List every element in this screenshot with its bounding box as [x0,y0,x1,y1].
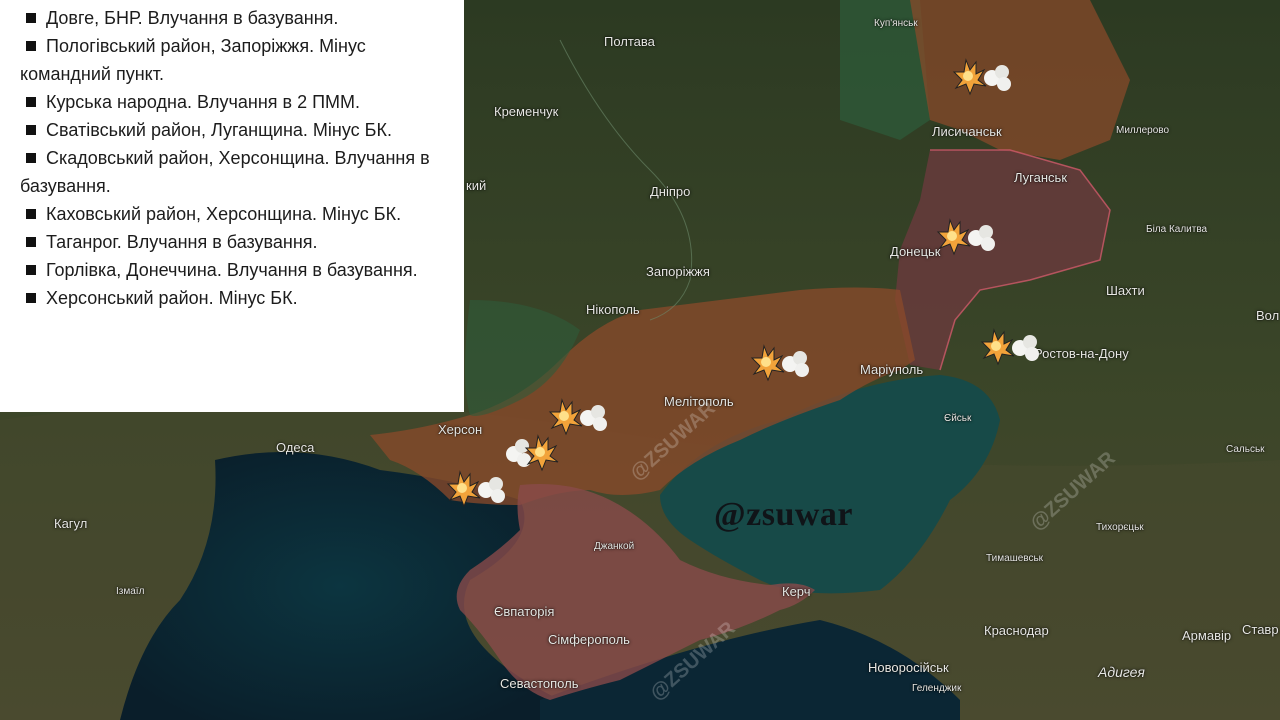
list-item-text: Курська народна. Влучання в 2 ПММ. [46,92,361,112]
city-label-kyiv-partial: кий [466,178,487,193]
city-label-odesa: Одеса [276,440,315,455]
city-label-kupiansk: Куп'янськ [874,18,918,29]
list-item-text: Довге, БНР. Влучання в базування. [46,8,339,28]
list-item-text: Херсонський район. Мінус БК. [46,288,298,308]
city-label-nikopol: Нікополь [586,302,640,317]
explosion-icon [936,218,995,256]
list-item: Довге, БНР. Влучання в базування. [20,4,464,32]
city-label-tymashevsk: Тимашевськ [986,553,1044,564]
strikes-list-panel: Довге, БНР. Влучання в базування. Пологі… [0,0,464,412]
list-item-text: Каховський район, Херсонщина. Мінус БК. [46,204,402,224]
region-label-adygea: Адигея [1098,664,1145,680]
list-item: Сватівський район, Луганщина. Мінус БК. [20,116,464,144]
explosion-icon [980,328,1039,366]
bullet-icon [26,13,36,24]
explosion-icon [952,58,1011,96]
list-item-text: Сватівський район, Луганщина. Мінус БК. [46,120,392,140]
bullet-icon [26,265,36,276]
city-label-izmail: Ізмаїл [116,586,145,597]
city-label-kherson: Херсон [438,422,483,437]
city-label-yeysk: Єйськ [944,413,972,424]
list-item-text: Горлівка, Донеччина. Влучання в базуванн… [46,260,418,280]
city-label-sevastopol: Севастополь [500,676,579,691]
bullet-icon [26,153,36,164]
list-item: Курська народна. Влучання в 2 ПММ. [20,88,464,116]
explosion-icon [506,434,559,472]
city-label-dzhankoi: Джанкой [594,541,635,552]
list-item-text: Скадовський район, Херсонщина. Влучання … [20,148,430,196]
city-label-gelendzhik: Геленджик [912,683,962,694]
city-label-rostov: Ростов-на-Дону [1034,346,1129,361]
city-label-zaporizhzhia: Запоріжжя [646,264,710,279]
city-label-tikhoretsk: Тихорєцьк [1096,522,1144,533]
bullet-icon [26,209,36,220]
city-label-simferopol: Сімферополь [548,632,630,647]
city-label-novorossiysk: Новоросійськ [868,660,949,675]
list-item-text: Таганрог. Влучання в базування. [46,232,318,252]
city-label-bila-kalytva: Біла Калитва [1146,224,1208,235]
city-label-mariupol: Маріуполь [860,362,924,377]
bullet-icon [26,237,36,248]
explosion-icon [446,470,505,508]
city-label-shakhty: Шахти [1106,283,1145,298]
city-label-kremenchuk: Кременчук [494,104,559,119]
city-label-salsk: Сальськ [1226,444,1265,455]
bullet-icon [26,125,36,136]
city-label-millerovo: Миллерово [1116,125,1170,136]
explosion-icon [750,344,809,382]
city-label-luhansk: Луганськ [1014,170,1068,185]
city-label-armavir: Армавір [1182,628,1232,643]
list-item: Горлівка, Донеччина. Влучання в базуванн… [20,256,464,284]
bullet-icon [26,41,36,52]
strikes-list: Довге, БНР. Влучання в базування. Пологі… [0,0,464,312]
city-label-dnipro: Дніпро [650,184,691,199]
city-label-kahul: Кагул [54,516,88,531]
city-label-krasnodar: Краснодар [984,623,1049,638]
map-screenshot: Куп'янськ Полтава Кременчук Лисичанськ М… [0,0,1280,720]
list-item: Пологівський район, Запоріжжя. Мінус ком… [20,32,464,88]
bullet-icon [26,293,36,304]
bullet-icon [26,97,36,108]
city-label-lysychansk: Лисичанськ [932,124,1002,139]
city-label-poltava: Полтава [604,34,655,49]
list-item-text: Пологівський район, Запоріжжя. Мінус ком… [20,36,366,84]
list-item: Херсонський район. Мінус БК. [20,284,464,312]
list-item: Таганрог. Влучання в базування. [20,228,464,256]
city-label-kerch: Керч [782,584,811,599]
list-item: Скадовський район, Херсонщина. Влучання … [20,144,464,200]
list-item: Каховський район, Херсонщина. Мінус БК. [20,200,464,228]
city-label-donetsk: Донецьк [890,244,941,259]
city-label-yevpatoria: Євпаторія [494,604,555,619]
city-label-volgodonsk: Вол [1256,308,1280,323]
brand-handle: @zsuwar [714,496,854,533]
city-label-stavropol: Ставр [1242,622,1279,637]
